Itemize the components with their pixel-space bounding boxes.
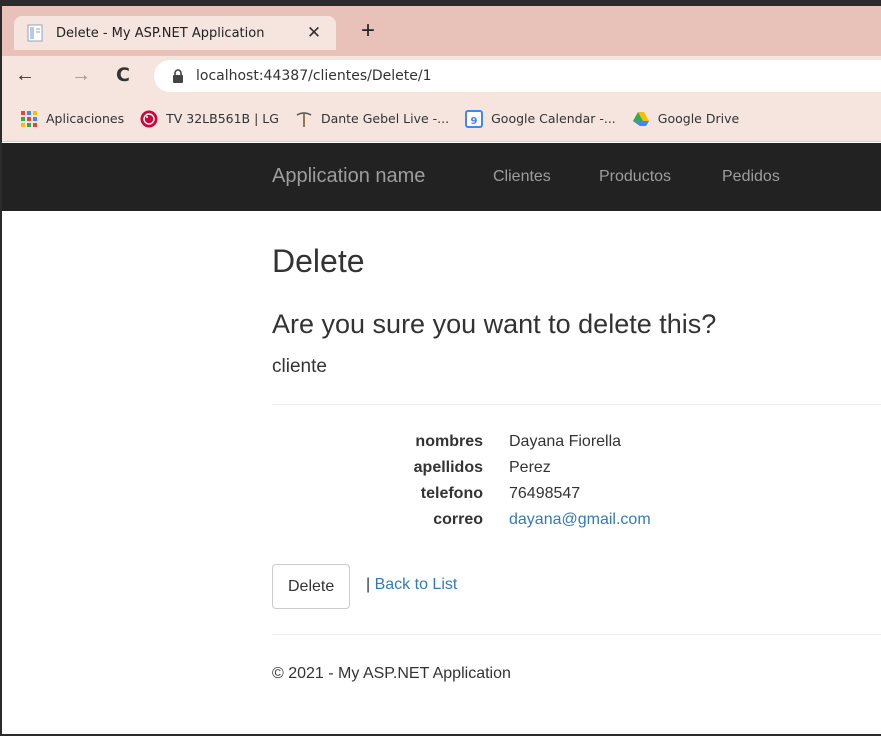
footer-divider — [272, 634, 881, 635]
field-label: telefono — [420, 485, 483, 502]
drive-icon — [632, 110, 650, 128]
bookmark-label: Google Calendar -... — [491, 111, 616, 126]
delete-button[interactable]: Delete — [272, 564, 351, 609]
field-value: 76498547 — [509, 485, 581, 502]
calendar-icon: 9 — [465, 109, 484, 128]
tab-strip: Delete - My ASP.NET Application ✕ + — [2, 0, 881, 56]
bookmark-label: Aplicaciones — [46, 111, 125, 126]
new-tab-button[interactable]: + — [356, 19, 380, 44]
bookmark-apps[interactable]: Aplicaciones — [20, 110, 124, 128]
field-label: apellidos — [413, 459, 483, 476]
apps-grid-icon — [20, 110, 38, 128]
details-list: nombres Dayana Fiorella apellidos Perez … — [272, 433, 881, 537]
nav-link-pedidos[interactable]: Pedidos — [722, 168, 780, 186]
field-value: Perez — [509, 459, 551, 476]
detail-row: telefono 76498547 — [272, 485, 881, 511]
site-navbar: Application name Clientes Productos Pedi… — [2, 143, 881, 211]
bookmark-dante-gebel[interactable]: Dante Gebel Live -... — [295, 110, 449, 128]
bookmark-lg-tv[interactable]: TV 32LB561B | LG — [140, 110, 279, 128]
nav-link-clientes[interactable]: Clientes — [493, 168, 551, 186]
field-value: Dayana Fiorella — [509, 433, 622, 450]
close-tab-icon[interactable]: ✕ — [304, 23, 324, 43]
detail-row: apellidos Perez — [272, 459, 881, 485]
bookmarks-bar: Aplicaciones TV 32LB561B | LG Dante Gebe… — [2, 96, 881, 142]
field-label: correo — [433, 511, 483, 528]
field-label: nombres — [415, 433, 483, 450]
back-to-list-group: | Back to List — [366, 576, 457, 594]
entity-name: cliente — [272, 356, 327, 377]
page-title: Delete — [272, 243, 365, 279]
bookmark-label: TV 32LB561B | LG — [166, 111, 279, 126]
back-arrow-icon[interactable]: ← — [12, 62, 38, 88]
pickaxe-icon — [295, 110, 313, 128]
navbar-brand[interactable]: Application name — [272, 165, 425, 188]
bookmark-google-drive[interactable]: Google Drive — [632, 110, 739, 128]
tab-title: Delete - My ASP.NET Application — [56, 25, 265, 41]
back-to-list-link[interactable]: Back to List — [375, 576, 458, 593]
svg-text:9: 9 — [471, 116, 478, 127]
forward-arrow-icon[interactable]: → — [68, 62, 94, 88]
footer-text: © 2021 - My ASP.NET Application — [272, 665, 511, 682]
email-link[interactable]: dayana@gmail.com — [509, 511, 651, 529]
divider — [272, 404, 881, 405]
browser-window: Delete - My ASP.NET Application ✕ + ← → … — [0, 0, 881, 736]
url-text: localhost:44387/clientes/Delete/1 — [196, 68, 432, 84]
detail-row: nombres Dayana Fiorella — [272, 433, 881, 459]
address-toolbar: ← → C localhost:44387/clientes/Delete/1 — [2, 56, 881, 96]
address-bar[interactable]: localhost:44387/clientes/Delete/1 — [154, 60, 881, 92]
lock-icon[interactable] — [172, 69, 184, 83]
separator: | — [366, 576, 371, 593]
bookmark-label: Google Drive — [657, 111, 740, 126]
tab-active[interactable]: Delete - My ASP.NET Application ✕ — [14, 16, 336, 50]
nav-link-productos[interactable]: Productos — [599, 168, 671, 186]
detail-row: correo dayana@gmail.com — [272, 511, 881, 537]
bookmark-label: Dante Gebel Live -... — [320, 111, 450, 126]
lg-logo-icon — [140, 110, 158, 128]
bookmark-google-calendar[interactable]: 9 Google Calendar -... — [465, 109, 616, 128]
confirm-question: Are you sure you want to delete this? — [272, 309, 717, 339]
reload-icon[interactable]: C — [110, 62, 136, 88]
page-icon — [26, 24, 44, 42]
